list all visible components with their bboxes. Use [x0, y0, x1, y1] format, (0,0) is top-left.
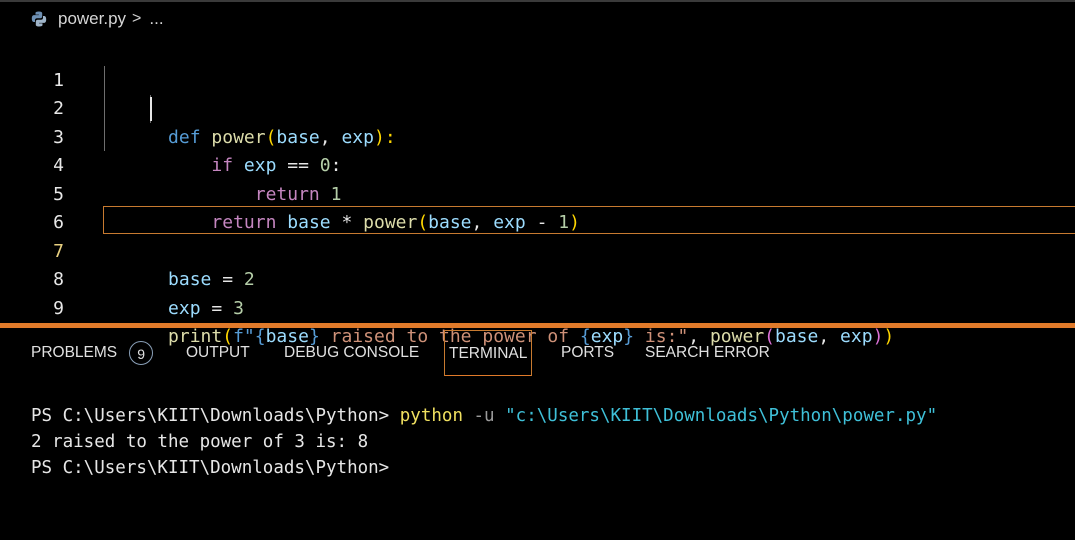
panel-divider[interactable]	[0, 323, 1075, 328]
terminal-line: 2 raised to the power of 3 is: 8	[31, 432, 369, 452]
code-line: 5	[0, 152, 1075, 205]
tab-label: SEARCH ERROR	[645, 344, 770, 361]
python-file-icon	[31, 11, 47, 27]
code-line: 6 base = 2	[0, 181, 1075, 290]
breadcrumb: power.py > ...	[0, 0, 1075, 38]
terminal-prompt: PS C:\Users\KIIT\Downloads\Python>	[31, 458, 390, 478]
tab-label: OUTPUT	[186, 344, 250, 361]
code-line: 3 return 1	[0, 95, 1075, 205]
terminal-line: PS C:\Users\KIIT\Downloads\Python> pytho…	[31, 403, 937, 429]
code-line: 1 def power(base, exp):	[0, 38, 1075, 148]
tab-ports[interactable]: PORTS	[561, 330, 614, 376]
tab-problems[interactable]: PROBLEMS 9	[31, 330, 154, 376]
terminal-prompt: PS C:\Users\KIIT\Downloads\Python>	[31, 406, 400, 426]
code-editor[interactable]: 1 def power(base, exp): 2 if exp == 0: 3…	[0, 38, 1075, 347]
terminal-flag: -u	[462, 406, 506, 426]
code-line: 8 print(f"{base} raised to the power of …	[0, 238, 1075, 347]
code-line: 9	[0, 266, 1075, 319]
terminal-path: "c:\Users\KIIT\Downloads\Python\power.py…	[505, 406, 938, 426]
code-line: 2 if exp == 0:	[0, 67, 1075, 176]
tab-label: PROBLEMS	[31, 344, 118, 361]
breadcrumb-ellipsis[interactable]: ...	[149, 9, 163, 29]
terminal-command: python	[399, 406, 463, 426]
problems-count-badge: 9	[129, 340, 154, 365]
panel-tabs: PROBLEMS 9 OUTPUT DEBUG CONSOLE TERMINAL …	[0, 330, 1075, 378]
code-line: 4 return base * power(base, exp - 1)	[0, 124, 1075, 233]
tab-debug-console[interactable]: DEBUG CONSOLE	[284, 330, 419, 376]
line-number: 9	[53, 297, 64, 319]
tab-terminal[interactable]: TERMINAL	[444, 330, 533, 376]
tab-label: DEBUG CONSOLE	[284, 344, 420, 361]
tab-search-error[interactable]: SEARCH ERROR	[645, 330, 770, 376]
breadcrumb-file[interactable]: power.py	[58, 9, 126, 29]
terminal-output[interactable]: PS C:\Users\KIIT\Downloads\Python> pytho…	[31, 403, 937, 481]
active-tab-indicator	[445, 375, 532, 376]
tab-label: PORTS	[561, 344, 615, 361]
chevron-right-icon: >	[132, 10, 142, 27]
tab-label: TERMINAL	[449, 345, 528, 362]
tab-output[interactable]: OUTPUT	[186, 330, 250, 376]
code-line-active: 7 exp = 3	[0, 209, 1075, 319]
text-caret	[150, 97, 152, 121]
